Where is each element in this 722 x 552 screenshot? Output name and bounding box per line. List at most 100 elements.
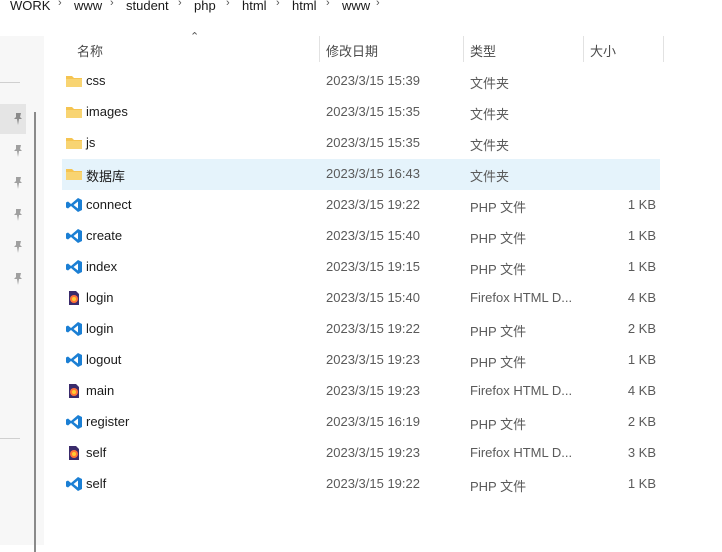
file-type: Firefox HTML D... (470, 290, 573, 305)
file-row[interactable]: login 2023/3/15 15:40 Firefox HTML D... 4 K… (62, 283, 660, 314)
file-size: 4 KB (627, 383, 656, 398)
file-name: register (86, 414, 130, 429)
file-name: main (86, 383, 115, 398)
file-row[interactable]: register 2023/3/15 16:19 PHP 文件 2 KB (62, 407, 660, 438)
nav-divider (0, 82, 20, 83)
file-modified-date: 2023/3/15 15:40 (326, 290, 420, 305)
file-type: 文件夹 (470, 107, 510, 122)
file-name: css (86, 73, 106, 88)
file-type: PHP 文件 (470, 417, 527, 432)
breadcrumb-separator-icon[interactable]: › (178, 0, 182, 9)
file-name: connect (86, 197, 132, 212)
file-name: login (86, 290, 114, 305)
file-modified-date: 2023/3/15 19:23 (326, 352, 420, 367)
breadcrumb-separator-icon[interactable]: › (226, 0, 230, 9)
folder-icon (65, 135, 83, 151)
column-divider[interactable] (663, 36, 664, 62)
file-type: PHP 文件 (470, 200, 527, 215)
navigation-pane (0, 36, 44, 552)
file-size: 1 KB (627, 476, 656, 491)
file-modified-date: 2023/3/15 19:15 (326, 259, 420, 274)
vscode-icon (65, 352, 83, 368)
breadcrumb-item-www[interactable]: www (74, 0, 102, 13)
file-row[interactable]: self 2023/3/15 19:23 Firefox HTML D... 3 KB (62, 438, 660, 469)
breadcrumb-item-www-2[interactable]: www (342, 0, 370, 13)
file-size: 1 KB (627, 352, 656, 367)
file-row[interactable]: css 2023/3/15 15:39 文件夹 (62, 66, 660, 97)
pin-icon[interactable] (11, 272, 25, 286)
nav-scrollbar[interactable] (34, 112, 36, 552)
file-name: login (86, 321, 114, 336)
file-size: 1 KB (627, 197, 656, 212)
file-type: 文件夹 (470, 76, 510, 91)
file-type: 文件夹 (470, 138, 510, 153)
file-modified-date: 2023/3/15 19:23 (326, 383, 420, 398)
firefox-html-icon (65, 383, 83, 399)
pin-icon[interactable] (11, 112, 25, 126)
file-type: PHP 文件 (470, 479, 527, 494)
breadcrumb-item-php[interactable]: php (194, 0, 216, 13)
file-type: Firefox HTML D... (470, 383, 573, 398)
file-type: PHP 文件 (470, 231, 527, 246)
file-size: 3 KB (627, 445, 656, 460)
file-modified-date: 2023/3/15 19:22 (326, 197, 420, 212)
breadcrumb-item-work[interactable]: WORK (10, 0, 50, 13)
file-row[interactable]: logout 2023/3/15 19:23 PHP 文件 1 KB (62, 345, 660, 376)
column-header-type[interactable]: 类型 (470, 41, 496, 65)
column-header-name[interactable]: 名称 (77, 41, 103, 65)
file-row[interactable]: 数据库 2023/3/15 16:43 文件夹 (62, 159, 660, 190)
file-row[interactable]: main 2023/3/15 19:23 Firefox HTML D... 4 KB (62, 376, 660, 407)
file-size: 1 KB (627, 259, 656, 274)
file-row[interactable]: create 2023/3/15 15:40 PHP 文件 1 KB (62, 221, 660, 252)
file-type: 文件夹 (470, 169, 510, 184)
file-modified-date: 2023/3/15 15:40 (326, 228, 420, 243)
file-modified-date: 2023/3/15 19:22 (326, 476, 420, 491)
breadcrumb-separator-icon[interactable]: › (58, 0, 62, 9)
file-size: 2 KB (627, 414, 656, 429)
breadcrumb-separator-icon[interactable]: › (276, 0, 280, 9)
pin-icon[interactable] (11, 240, 25, 254)
sort-ascending-icon: ⌃ (190, 31, 200, 43)
pin-icon[interactable] (11, 208, 25, 222)
file-row[interactable]: js 2023/3/15 15:35 文件夹 (62, 128, 660, 159)
nav-divider (0, 438, 20, 439)
breadcrumb-separator-icon[interactable]: › (326, 0, 330, 9)
file-row[interactable]: index 2023/3/15 19:15 PHP 文件 1 KB (62, 252, 660, 283)
column-header-modified[interactable]: 修改日期 (326, 41, 378, 65)
pin-icon[interactable] (11, 144, 25, 158)
breadcrumb-item-html-2[interactable]: html (292, 0, 317, 13)
file-name: images (86, 104, 128, 119)
file-name: index (86, 259, 118, 274)
file-row[interactable]: login 2023/3/15 19:22 PHP 文件 2 KB (62, 314, 660, 345)
file-row[interactable]: self 2023/3/15 19:22 PHP 文件 1 KB (62, 469, 660, 500)
column-divider[interactable] (463, 36, 464, 62)
file-type: Firefox HTML D... (470, 445, 573, 460)
folder-icon (65, 73, 83, 89)
breadcrumb-separator-icon[interactable]: › (376, 0, 380, 9)
file-modified-date: 2023/3/15 19:23 (326, 445, 420, 460)
folder-icon (65, 104, 83, 120)
file-row[interactable]: connect 2023/3/15 19:22 PHP 文件 1 KB (62, 190, 660, 221)
firefox-html-icon (65, 290, 83, 306)
breadcrumb-item-student[interactable]: student (126, 0, 169, 13)
file-modified-date: 2023/3/15 16:43 (326, 166, 420, 181)
vscode-icon (65, 414, 83, 430)
file-name: create (86, 228, 123, 243)
file-size: 4 KB (627, 290, 656, 305)
breadcrumb-item-html[interactable]: html (242, 0, 267, 13)
pin-icon[interactable] (11, 176, 25, 190)
file-name: self (86, 476, 107, 491)
file-type: PHP 文件 (470, 324, 527, 339)
column-divider[interactable] (583, 36, 584, 62)
folder-icon (65, 166, 83, 182)
file-row[interactable]: images 2023/3/15 15:35 文件夹 (62, 97, 660, 128)
vscode-icon (65, 321, 83, 337)
breadcrumb: WORK › www › student › php › html › html… (0, 0, 722, 18)
file-name: 数据库 (86, 169, 126, 184)
file-modified-date: 2023/3/15 15:39 (326, 73, 420, 88)
breadcrumb-separator-icon[interactable]: › (110, 0, 114, 9)
column-header-size[interactable]: 大小 (590, 41, 616, 65)
file-size: 1 KB (627, 228, 656, 243)
column-divider[interactable] (319, 36, 320, 62)
vscode-icon (65, 259, 83, 275)
